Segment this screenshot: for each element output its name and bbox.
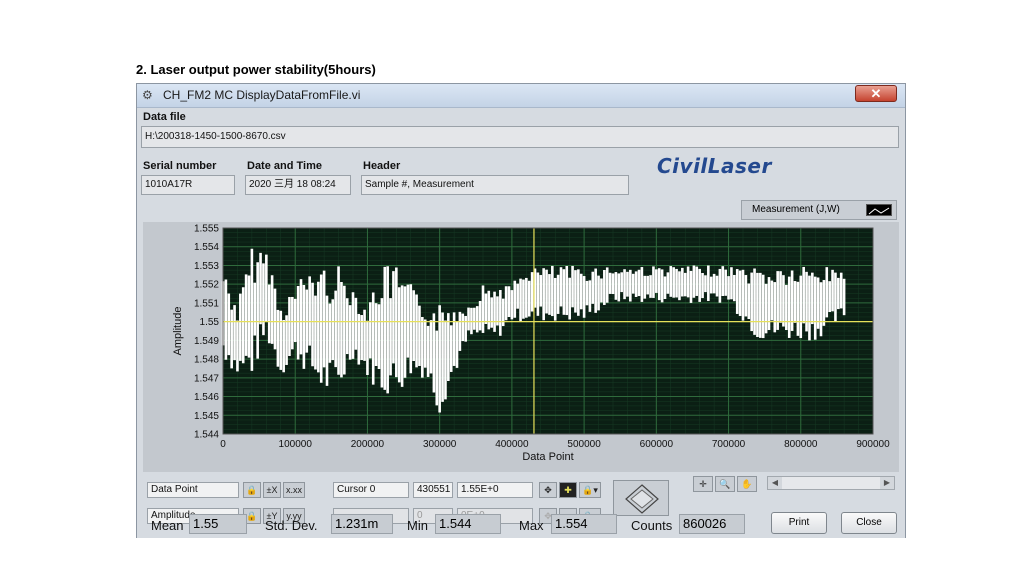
close-button[interactable]: Close: [841, 512, 897, 534]
x-tick-label: 800000: [784, 439, 818, 450]
y-tick-label: 1.554: [194, 242, 219, 253]
y-tick-label: 1.544: [194, 430, 219, 441]
x-tick-label: 700000: [712, 439, 746, 450]
x-lock-icon[interactable]: 🔒: [243, 482, 261, 498]
x-tick-label: 400000: [495, 439, 529, 450]
zoom-magnify-icon[interactable]: 🔍: [715, 476, 735, 492]
cursor-x-field[interactable]: 430551: [413, 482, 453, 498]
mean-label: Mean: [151, 518, 184, 533]
std-dev-value: 1.231m: [331, 514, 393, 534]
cursor-nav-diamond[interactable]: [613, 480, 669, 516]
counts-label: Counts: [631, 518, 673, 533]
window-title: CH_FM2 MC DisplayDataFromFile.vi: [163, 88, 361, 102]
diamond-icon: [625, 484, 659, 514]
x-tick-label: 300000: [423, 439, 457, 450]
x-tick-label: 900000: [856, 439, 890, 450]
min-value: 1.544: [435, 514, 501, 534]
y-tick-label: 1.553: [194, 261, 219, 272]
legend-label: Measurement (J,W): [752, 204, 840, 215]
scroll-right-icon[interactable]: ▶: [880, 477, 894, 489]
section-heading: 2. Laser output power stability(5hours): [136, 62, 376, 77]
graph-scrollbar[interactable]: ◀ ▶: [767, 476, 895, 490]
y-tick-label: 1.545: [194, 411, 219, 422]
mean-value: 1.55: [189, 514, 247, 534]
y-tick-label: 1.549: [194, 336, 219, 347]
x-tick-label: 0: [220, 439, 226, 450]
serial-number-field[interactable]: 1010A17R: [141, 175, 235, 195]
legend-line-swatch: [866, 204, 892, 216]
y-tick-label: 1.548: [194, 355, 219, 366]
x-axis-label: Data Point: [522, 451, 573, 463]
header-label: Header: [363, 160, 401, 172]
x-axis-name-field[interactable]: Data Point: [147, 482, 239, 498]
title-bar: ⚙ CH_FM2 MC DisplayDataFromFile.vi ✕: [137, 84, 905, 108]
cursor-style-icon[interactable]: ✚: [559, 482, 577, 498]
plot-legend[interactable]: Measurement (J,W): [741, 200, 897, 220]
x-tick-label: 100000: [279, 439, 313, 450]
max-value: 1.554: [551, 514, 617, 534]
header-field[interactable]: Sample #, Measurement: [361, 175, 629, 195]
cursor-lock-icon[interactable]: 🔒▾: [579, 482, 601, 498]
y-tick-label: 1.555: [194, 224, 219, 235]
x-format-icon[interactable]: x.xx: [283, 482, 305, 498]
std-dev-label: Std. Dev.: [265, 518, 318, 533]
x-tick-label: 500000: [567, 439, 601, 450]
cursor-y-field[interactable]: 1.55E+0: [457, 482, 533, 498]
waveform-graph: 0 100000 200000 300000 400000 500000 600000 700…: [143, 222, 899, 472]
counts-value: 860026: [679, 514, 745, 534]
vi-window: ⚙ CH_FM2 MC DisplayDataFromFile.vi ✕ Dat…: [136, 83, 906, 538]
y-tick-label: 1.547: [194, 373, 219, 384]
data-file-path[interactable]: H:\200318-1450-1500-8670.csv: [141, 126, 899, 148]
date-time-field[interactable]: 2020 三月 18 08:24: [245, 175, 351, 195]
line-swatch-icon: [868, 207, 890, 215]
chart-svg[interactable]: 0 100000 200000 300000 400000 500000 600000 700…: [143, 222, 899, 472]
min-label: Min: [407, 518, 428, 533]
cursor-move-icon[interactable]: ✥: [539, 482, 557, 498]
x-autoscale-icon[interactable]: ±X: [263, 482, 281, 498]
y-tick-label: 1.552: [194, 280, 219, 291]
labview-app-icon: ⚙: [142, 88, 153, 102]
x-tick-label: 600000: [640, 439, 674, 450]
date-time-label: Date and Time: [247, 160, 322, 172]
pan-hand-icon[interactable]: ✋: [737, 476, 757, 492]
y-tick-label: 1.55: [200, 317, 220, 328]
scroll-left-icon[interactable]: ◀: [768, 477, 782, 489]
y-tick-label: 1.546: [194, 392, 219, 403]
y-tick-label: 1.551: [194, 298, 219, 309]
cursor-name-field[interactable]: Cursor 0: [333, 482, 409, 498]
front-panel: Data file H:\200318-1450-1500-8670.csv C…: [137, 108, 905, 538]
print-button[interactable]: Print: [771, 512, 827, 534]
max-label: Max: [519, 518, 544, 533]
window-close-button[interactable]: ✕: [855, 85, 897, 102]
civillaser-logo: CivilLaser: [657, 154, 772, 178]
serial-number-label: Serial number: [143, 160, 217, 172]
data-file-label: Data file: [143, 111, 186, 123]
y-axis-label: Amplitude: [172, 307, 184, 356]
x-tick-label: 200000: [351, 439, 385, 450]
zoom-crosshair-icon[interactable]: ✛: [693, 476, 713, 492]
